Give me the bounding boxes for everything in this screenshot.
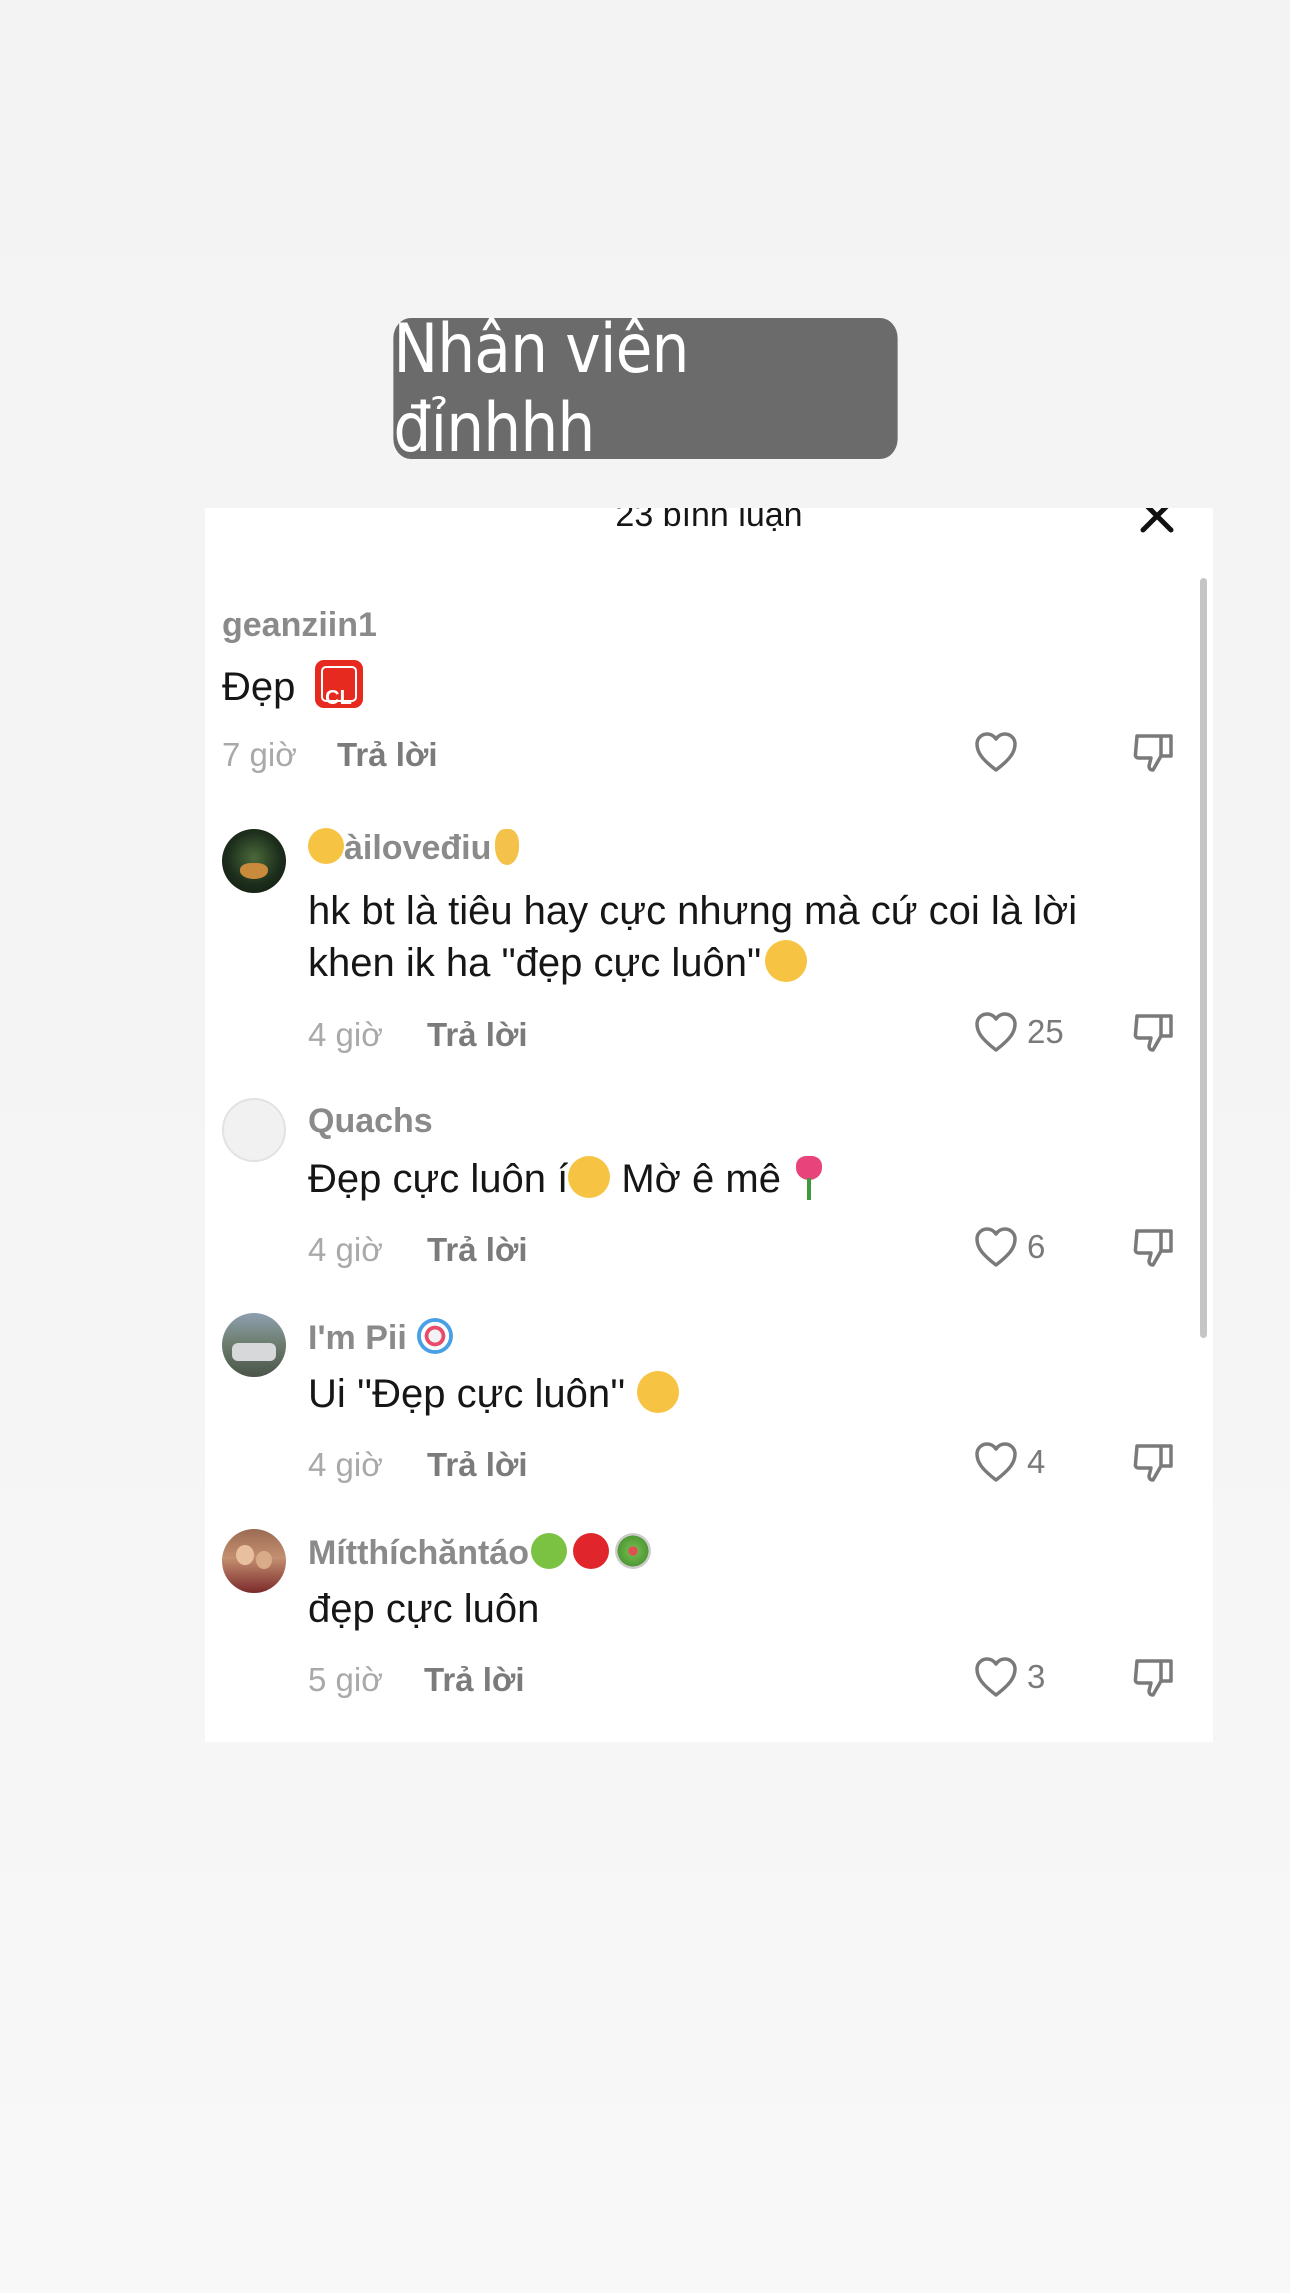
dislike-button[interactable] [1131,1440,1177,1491]
comment-time: 7 giờ [222,736,297,773]
dislike-button[interactable] [1131,1225,1177,1276]
comment-text: Đẹp CL [222,660,363,713]
comment-username[interactable]: geanziin1 [222,606,377,645]
dislike-button[interactable] [1131,1655,1177,1706]
comment-username[interactable]: àiloveđiu [308,828,520,868]
heart-outline-icon [975,732,1017,772]
comment-text: đẹp cực luôn [308,1587,540,1631]
like-button[interactable]: 25 [973,1010,1064,1054]
comment-time: 5 giờ [308,1661,383,1698]
heart-outline-icon [975,1657,1017,1697]
like-button[interactable]: 6 [973,1225,1045,1269]
comment-text-line: khen ik ha "đẹp cực luôn" [308,937,808,989]
reply-button[interactable]: Trả lời [427,1016,528,1054]
comment-time: 4 giờ [308,1231,383,1268]
red-apple-emoji-icon [572,1533,609,1569]
comment-time: 4 giờ [308,1446,383,1483]
like-count: 4 [1027,1443,1046,1480]
like-count: 6 [1027,1228,1046,1265]
like-count: 25 [1027,1013,1064,1050]
thumbs-down-icon [1133,1014,1173,1052]
comment-time: 4 giờ [308,1016,383,1053]
comment-text-line: hk bt là tiêu hay cực nhưng mà cứ coi là… [308,889,1078,933]
video-caption-overlay: Nhân viên đỉnhhh [393,310,898,468]
reply-button[interactable]: Trả lời [427,1231,528,1269]
comment-username[interactable]: Mítthíchăntáo [308,1533,651,1573]
cl-emoji-icon: CL [314,660,363,709]
hugging-face-emoji-icon [765,940,808,982]
lollipop-emoji-icon [416,1318,453,1354]
tulip-emoji-icon [792,1156,826,1200]
pinched-fingers-emoji-icon [495,829,520,865]
reply-button[interactable]: Trả lời [424,1661,525,1699]
close-icon[interactable] [1137,508,1177,536]
dislike-button[interactable] [1131,1010,1177,1061]
green-apple-emoji-icon [530,1533,567,1569]
thumbs-down-icon [1133,734,1173,772]
kissing-face-emoji-icon [568,1156,611,1198]
reply-button[interactable]: Trả lời [427,1446,528,1484]
avatar[interactable] [222,1098,286,1162]
dislike-button[interactable] [1131,730,1177,781]
reply-button[interactable]: Trả lời [337,736,438,774]
comment-username[interactable]: Quachs [308,1102,433,1141]
comment-text: Ui ''Đẹp cực luôn'' [308,1368,679,1420]
like-button[interactable]: 4 [973,1440,1045,1484]
like-button[interactable] [973,730,1027,774]
comments-panel: 23 bình luận geanziin1 Đẹp CL 7 giờ Trả … [205,508,1213,1742]
like-count: 3 [1027,1658,1046,1695]
heart-outline-icon [975,1227,1017,1267]
scrollbar[interactable] [1200,578,1207,1338]
avatar[interactable] [222,1529,286,1593]
heart-outline-icon [975,1012,1017,1052]
thumbs-down-icon [1133,1659,1173,1697]
comment-text: Đẹp cực luôn í Mờ ê mê [308,1153,826,1205]
avatar[interactable] [222,1313,286,1377]
salad-emoji-icon [614,1533,651,1569]
kissing-face-emoji-icon [308,828,344,864]
thumbs-down-icon [1133,1444,1173,1482]
avatar[interactable] [222,829,286,893]
kissing-face-emoji-icon [636,1371,679,1413]
heart-outline-icon [975,1442,1017,1482]
thumbs-down-icon [1133,1229,1173,1267]
comment-text-content: Đẹp [222,665,296,709]
like-button[interactable]: 3 [973,1655,1045,1699]
comments-count-title: 23 bình luận [615,508,803,534]
comment-username[interactable]: I'm Pii [308,1318,453,1358]
